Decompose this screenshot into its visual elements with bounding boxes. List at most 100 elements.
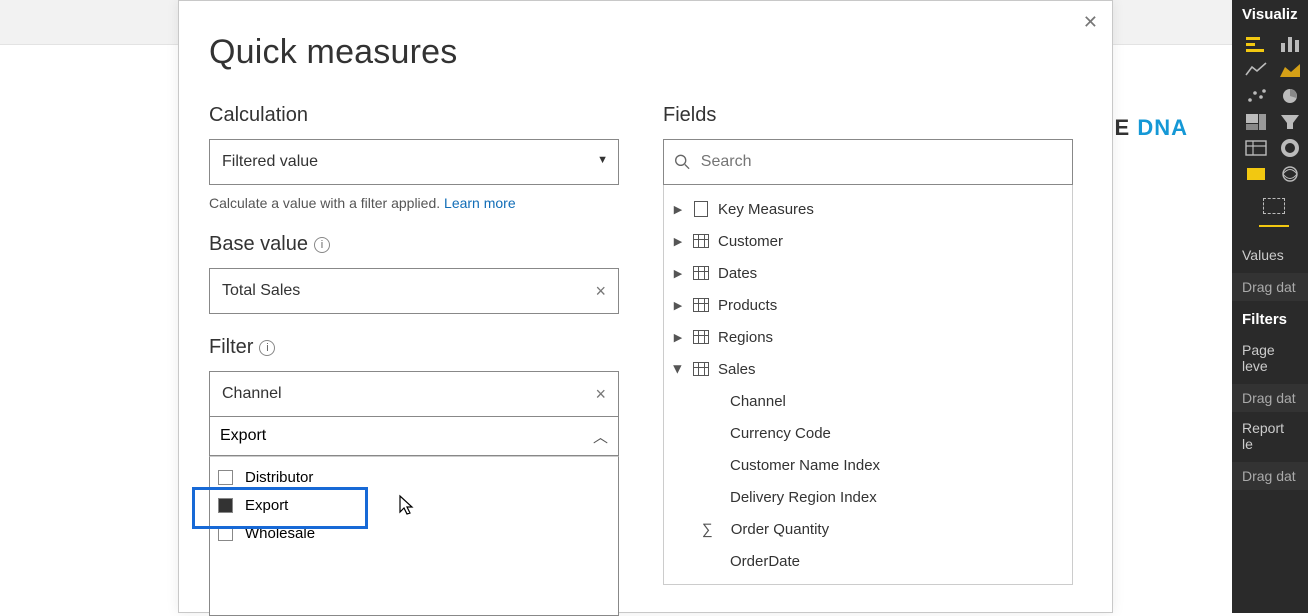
viz-clustered-column-icon[interactable] xyxy=(1276,33,1304,55)
tree-node-sales[interactable]: ▶ Sales xyxy=(664,353,1072,385)
viz-card-icon[interactable] xyxy=(1242,163,1270,185)
search-icon xyxy=(674,153,691,171)
calculation-select[interactable]: Filtered value ▼ xyxy=(209,139,619,185)
collapse-icon[interactable]: ▶ xyxy=(672,363,685,375)
expand-icon[interactable]: ▶ xyxy=(672,235,684,248)
tree-label: Dates xyxy=(718,265,757,282)
filter-option-distributor[interactable]: Distributor xyxy=(210,463,618,491)
checkbox-icon[interactable] xyxy=(218,526,233,541)
values-dropzone[interactable]: Drag dat xyxy=(1232,273,1308,301)
calculation-helper: Calculate a value with a filter applied.… xyxy=(209,195,619,211)
fields-label: Fields xyxy=(663,104,1073,127)
option-label: Distributor xyxy=(245,469,313,486)
dialog-title: Quick measures xyxy=(179,1,1112,82)
field-ordernumber[interactable]: ▶ OrderNumber xyxy=(664,577,1072,585)
brand-logo: E DNA xyxy=(1115,115,1188,141)
fields-tree: ▶ Key Measures ▶ Customer ▶ Dates ▶ xyxy=(663,185,1073,585)
viz-pie-icon[interactable] xyxy=(1276,85,1304,107)
search-input[interactable] xyxy=(701,153,1062,171)
field-orderdate[interactable]: ▶ OrderDate xyxy=(664,545,1072,577)
field-channel[interactable]: ▶ Channel xyxy=(664,385,1072,417)
checkbox-icon[interactable] xyxy=(218,470,233,485)
filter-input[interactable]: Channel × xyxy=(209,371,619,417)
option-label: Export xyxy=(245,497,288,514)
field-customer-name-index[interactable]: ▶ Customer Name Index xyxy=(664,449,1072,481)
viz-line-icon[interactable] xyxy=(1242,59,1270,81)
filter-selected-text: Export xyxy=(220,427,266,445)
tree-node-regions[interactable]: ▶ Regions xyxy=(664,321,1072,353)
filter-label: Filteri xyxy=(209,336,619,359)
filter-option-export[interactable]: Export xyxy=(210,491,618,519)
option-label: Wholesale xyxy=(245,525,315,542)
tree-label: Regions xyxy=(718,329,773,346)
expand-icon[interactable]: ▶ xyxy=(672,203,684,216)
values-label: Values xyxy=(1232,239,1308,271)
viz-area-icon[interactable] xyxy=(1276,59,1304,81)
table-icon xyxy=(692,360,710,378)
field-currency-code[interactable]: ▶ Currency Code xyxy=(664,417,1072,449)
helper-text: Calculate a value with a filter applied. xyxy=(209,195,444,211)
field-delivery-region-index[interactable]: ▶ Delivery Region Index xyxy=(664,481,1072,513)
tree-node-key-measures[interactable]: ▶ Key Measures xyxy=(664,193,1072,225)
viz-map-icon[interactable] xyxy=(1276,163,1304,185)
measure-group-icon xyxy=(692,200,710,218)
filter-value-text: Channel xyxy=(222,385,282,403)
viz-donut-icon[interactable] xyxy=(1276,137,1304,159)
filter-options-panel: Distributor Export Wholesale xyxy=(209,456,619,616)
table-icon xyxy=(692,296,710,314)
fields-search[interactable] xyxy=(663,139,1073,185)
calculation-label: Calculation xyxy=(209,104,619,127)
chevron-up-icon: ︿ xyxy=(593,426,608,447)
calculation-value: Filtered value xyxy=(222,153,318,171)
field-label: Channel xyxy=(730,393,786,410)
field-label: OrderNumber xyxy=(730,585,822,586)
tree-node-products[interactable]: ▶ Products xyxy=(664,289,1072,321)
expand-icon[interactable]: ▶ xyxy=(672,299,684,312)
clear-base-value-icon[interactable]: × xyxy=(595,281,606,302)
base-value-text: Total Sales xyxy=(222,282,300,300)
sigma-icon: ∑ xyxy=(702,521,713,538)
page-filter-dropzone[interactable]: Drag dat xyxy=(1232,384,1308,412)
viz-funnel-icon[interactable] xyxy=(1276,111,1304,133)
filters-header: Filters xyxy=(1232,301,1308,334)
table-icon xyxy=(692,232,710,250)
viz-scatter-icon[interactable] xyxy=(1242,85,1270,107)
visualizations-panel: Visualiz Values Drag dat Filters Page le… xyxy=(1232,0,1308,613)
tree-node-dates[interactable]: ▶ Dates xyxy=(664,257,1072,289)
visualizations-header: Visualiz xyxy=(1232,0,1308,29)
viz-fields-well-icon[interactable] xyxy=(1260,195,1288,217)
tree-node-customer[interactable]: ▶ Customer xyxy=(664,225,1072,257)
base-value-label: Base valuei xyxy=(209,233,619,256)
base-value-input[interactable]: Total Sales × xyxy=(209,268,619,314)
table-icon xyxy=(692,264,710,282)
info-icon: i xyxy=(314,237,330,253)
expand-icon[interactable]: ▶ xyxy=(672,267,684,280)
info-icon: i xyxy=(259,340,275,356)
report-filter-dropzone[interactable]: Drag dat xyxy=(1232,462,1308,490)
tree-label: Products xyxy=(718,297,777,314)
page-level-label: Page leve xyxy=(1232,334,1308,382)
checkbox-checked-icon[interactable] xyxy=(218,498,233,513)
quick-measures-dialog: ✕ Quick measures Calculation Filtered va… xyxy=(178,0,1113,613)
dropdown-caret-icon: ▼ xyxy=(597,154,608,166)
field-order-quantity[interactable]: ▶ ∑ Order Quantity xyxy=(664,513,1072,545)
viz-stacked-bar-icon[interactable] xyxy=(1242,33,1270,55)
filter-option-wholesale[interactable]: Wholesale xyxy=(210,519,618,547)
field-label: Customer Name Index xyxy=(730,457,880,474)
tree-label: Customer xyxy=(718,233,783,250)
clear-filter-icon[interactable]: × xyxy=(595,384,606,405)
viz-treemap-icon[interactable] xyxy=(1242,111,1270,133)
brand-suffix: DNA xyxy=(1137,115,1188,140)
viz-table-icon[interactable] xyxy=(1242,137,1270,159)
tree-label: Key Measures xyxy=(718,201,814,218)
field-label: Order Quantity xyxy=(731,521,829,538)
brand-prefix: E xyxy=(1115,115,1131,140)
expand-icon[interactable]: ▶ xyxy=(672,331,684,344)
tree-label: Sales xyxy=(718,361,756,378)
filter-dropdown-toggle[interactable]: Export ︿ xyxy=(209,416,619,456)
report-level-label: Report le xyxy=(1232,412,1308,460)
close-icon[interactable]: ✕ xyxy=(1083,13,1098,31)
learn-more-link[interactable]: Learn more xyxy=(444,195,516,211)
field-label: Currency Code xyxy=(730,425,831,442)
field-label: OrderDate xyxy=(730,553,800,570)
